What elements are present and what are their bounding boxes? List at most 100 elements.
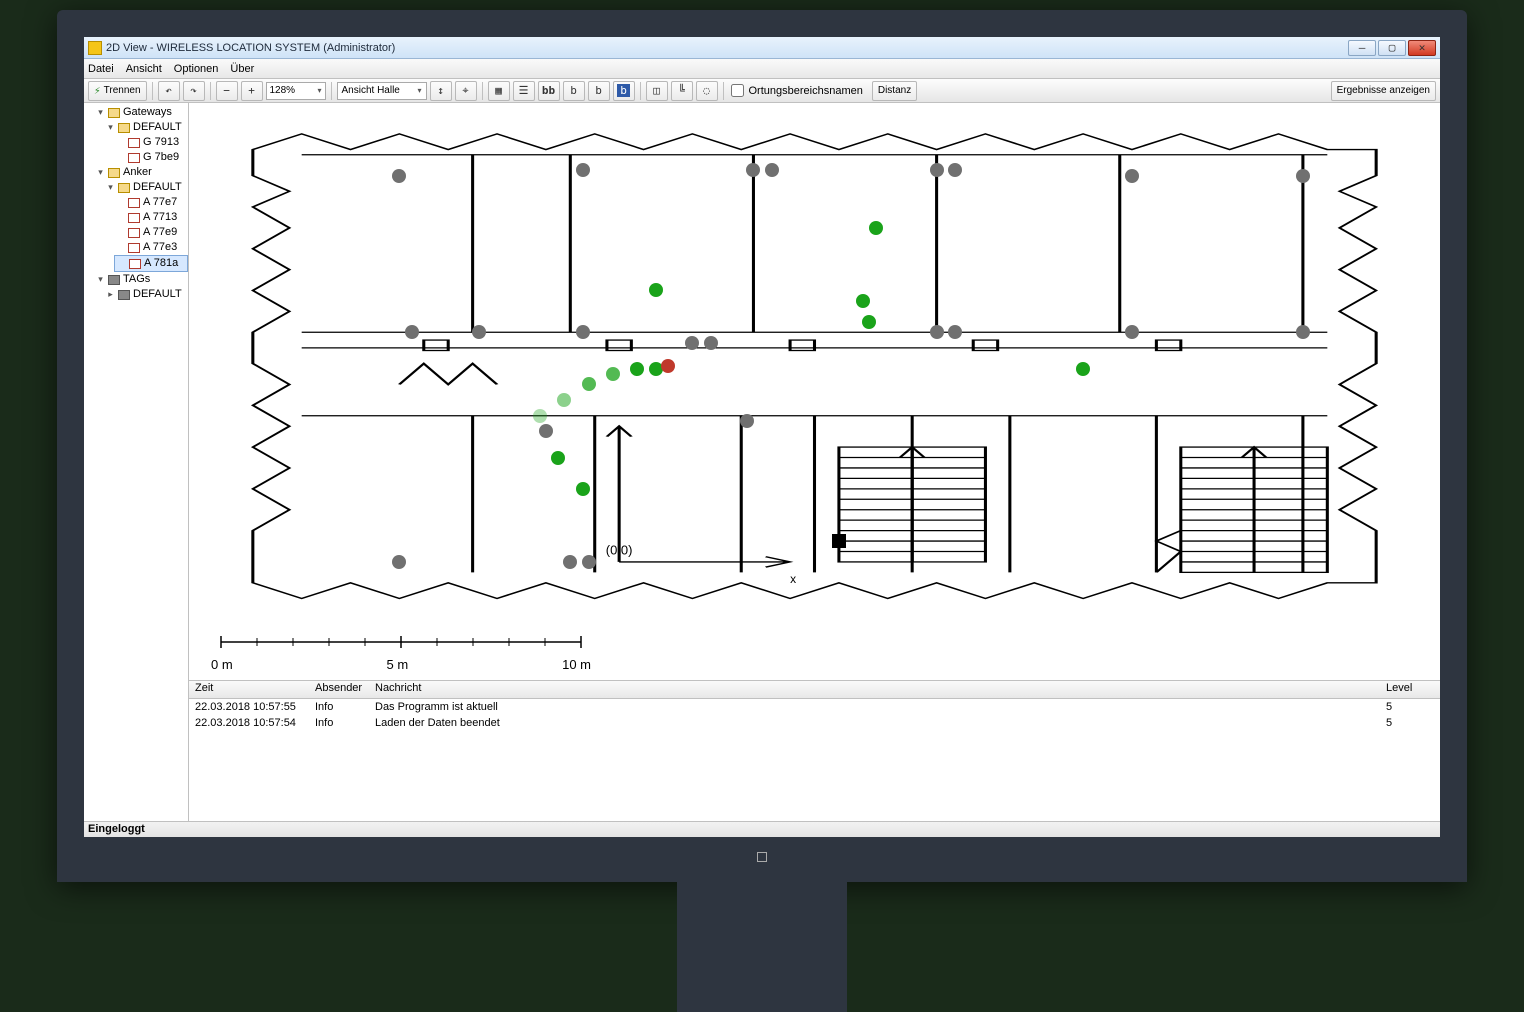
- tree-item-label: A 77e3: [143, 240, 177, 255]
- window-title: 2D View - WIRELESS LOCATION SYSTEM (Admi…: [106, 42, 1348, 54]
- tree-item-label: G 7be9: [143, 150, 179, 165]
- menu-options[interactable]: Optionen: [174, 63, 219, 75]
- log-col-msg[interactable]: Nachricht: [369, 681, 1380, 698]
- anchor-dot[interactable]: [392, 555, 406, 569]
- reference-marker[interactable]: [832, 534, 846, 548]
- tree-anker[interactable]: ▾ Anker: [94, 165, 188, 180]
- anchor-dot[interactable]: [704, 336, 718, 350]
- anchor-dot[interactable]: [1125, 169, 1139, 183]
- anchor-dot[interactable]: [1296, 325, 1310, 339]
- tool-pan-button[interactable]: ↕: [430, 81, 452, 101]
- toolbar: ⚡ Trennen ↶ ↷ − + 128% Ansicht Halle ↕ ⌖…: [84, 79, 1440, 103]
- anchor-dot[interactable]: [948, 325, 962, 339]
- maximize-button[interactable]: ▢: [1378, 40, 1406, 56]
- show-results-button[interactable]: Ergebnisse anzeigen: [1331, 81, 1436, 101]
- tree-tags[interactable]: ▾ TAGs: [94, 272, 188, 287]
- log-col-time[interactable]: Zeit: [189, 681, 309, 698]
- titlebar: 2D View - WIRELESS LOCATION SYSTEM (Admi…: [84, 37, 1440, 59]
- monitor-power-led: [757, 852, 767, 862]
- anchor-dot[interactable]: [576, 325, 590, 339]
- tool-locate-button[interactable]: ⌖: [455, 81, 477, 101]
- log-row[interactable]: 22.03.2018 10:57:54InfoLaden der Daten b…: [189, 715, 1440, 731]
- plug-icon: ⚡: [94, 84, 101, 97]
- zoom-combo[interactable]: 128%: [266, 82, 326, 100]
- anchor-dot[interactable]: [582, 555, 596, 569]
- anchor-dot[interactable]: [685, 336, 699, 350]
- anchor-dot[interactable]: [930, 163, 944, 177]
- tree-item[interactable]: G 7913: [114, 135, 188, 150]
- tool-b1-button[interactable]: b: [563, 81, 585, 101]
- locnames-checkbox[interactable]: [731, 84, 744, 97]
- menu-view[interactable]: Ansicht: [126, 63, 162, 75]
- log-col-level[interactable]: Level: [1380, 681, 1440, 698]
- minimize-button[interactable]: —: [1348, 40, 1376, 56]
- log-col-sender[interactable]: Absender: [309, 681, 369, 698]
- tree-gw-default-label: DEFAULT: [133, 120, 182, 135]
- tool-area-button[interactable]: ◫: [646, 81, 668, 101]
- tag-dot[interactable]: [576, 482, 590, 496]
- tool-edge-button[interactable]: ╚: [671, 81, 693, 101]
- tool-layers-button[interactable]: ☰: [513, 81, 535, 101]
- view-select-value: Ansicht Halle: [342, 85, 400, 96]
- trail-dot[interactable]: [533, 409, 547, 423]
- current-position-dot[interactable]: [661, 359, 675, 373]
- anchor-dot[interactable]: [740, 414, 754, 428]
- anchor-dot[interactable]: [930, 325, 944, 339]
- undo-button[interactable]: ↶: [158, 81, 180, 101]
- tool-b3-button[interactable]: b: [613, 81, 635, 101]
- menu-about[interactable]: Über: [230, 63, 254, 75]
- anchor-dot[interactable]: [472, 325, 486, 339]
- trail-dot[interactable]: [630, 362, 644, 376]
- tool-clear-button[interactable]: ◌: [696, 81, 718, 101]
- tag-dot[interactable]: [1076, 362, 1090, 376]
- anchor-dot[interactable]: [576, 163, 590, 177]
- anchor-dot[interactable]: [1125, 325, 1139, 339]
- tree-gateways-default[interactable]: ▾ DEFAULT: [104, 120, 188, 135]
- tag-dot[interactable]: [856, 294, 870, 308]
- anchor-dot[interactable]: [405, 325, 419, 339]
- tree-item[interactable]: A 77e9: [114, 225, 188, 240]
- status-bar: Eingeloggt: [84, 821, 1440, 837]
- distance-button[interactable]: Distanz: [872, 81, 917, 101]
- tree-item[interactable]: A 781a: [114, 255, 188, 272]
- tool-grid-button[interactable]: ▦: [488, 81, 510, 101]
- tree-item-label: A 781a: [144, 256, 178, 271]
- tree-anker-default[interactable]: ▾ DEFAULT: [104, 180, 188, 195]
- view-select-combo[interactable]: Ansicht Halle: [337, 82, 427, 100]
- tree-item[interactable]: A 7713: [114, 210, 188, 225]
- anchor-dot[interactable]: [1296, 169, 1310, 183]
- tree-gateways[interactable]: ▾ Gateways: [94, 105, 188, 120]
- tool-bb-button[interactable]: bb: [538, 81, 560, 101]
- tag-dot[interactable]: [869, 221, 883, 235]
- disconnect-button[interactable]: ⚡ Trennen: [88, 81, 147, 101]
- tree-item[interactable]: G 7be9: [114, 150, 188, 165]
- map-canvas[interactable]: (0,0) x: [189, 103, 1440, 681]
- anchor-dot[interactable]: [539, 424, 553, 438]
- anchor-dot[interactable]: [765, 163, 779, 177]
- log-row[interactable]: 22.03.2018 10:57:55InfoDas Programm ist …: [189, 699, 1440, 715]
- anchor-dot[interactable]: [948, 163, 962, 177]
- zoom-in-button[interactable]: +: [241, 81, 263, 101]
- axis-x-label: x: [790, 572, 796, 586]
- trail-dot[interactable]: [557, 393, 571, 407]
- redo-button[interactable]: ↷: [183, 81, 205, 101]
- close-button[interactable]: ✕: [1408, 40, 1436, 56]
- device-icon: [128, 138, 140, 148]
- anchor-dot[interactable]: [746, 163, 760, 177]
- anchor-dot[interactable]: [563, 555, 577, 569]
- tag-dot[interactable]: [862, 315, 876, 329]
- scale-bar: 0 m 5 m 10 m: [211, 634, 591, 672]
- log-msg: Laden der Daten beendet: [369, 715, 1380, 731]
- anchor-dot[interactable]: [392, 169, 406, 183]
- tree-item[interactable]: A 77e3: [114, 240, 188, 255]
- tree-item[interactable]: A 77e7: [114, 195, 188, 210]
- trail-dot[interactable]: [582, 377, 596, 391]
- zoom-out-button[interactable]: −: [216, 81, 238, 101]
- tags-icon: [108, 275, 120, 285]
- tag-dot[interactable]: [649, 283, 663, 297]
- menu-file[interactable]: Datei: [88, 63, 114, 75]
- trail-dot[interactable]: [606, 367, 620, 381]
- tag-dot[interactable]: [551, 451, 565, 465]
- tree-tags-default[interactable]: ▸ DEFAULT: [104, 287, 188, 302]
- tool-b2-button[interactable]: b: [588, 81, 610, 101]
